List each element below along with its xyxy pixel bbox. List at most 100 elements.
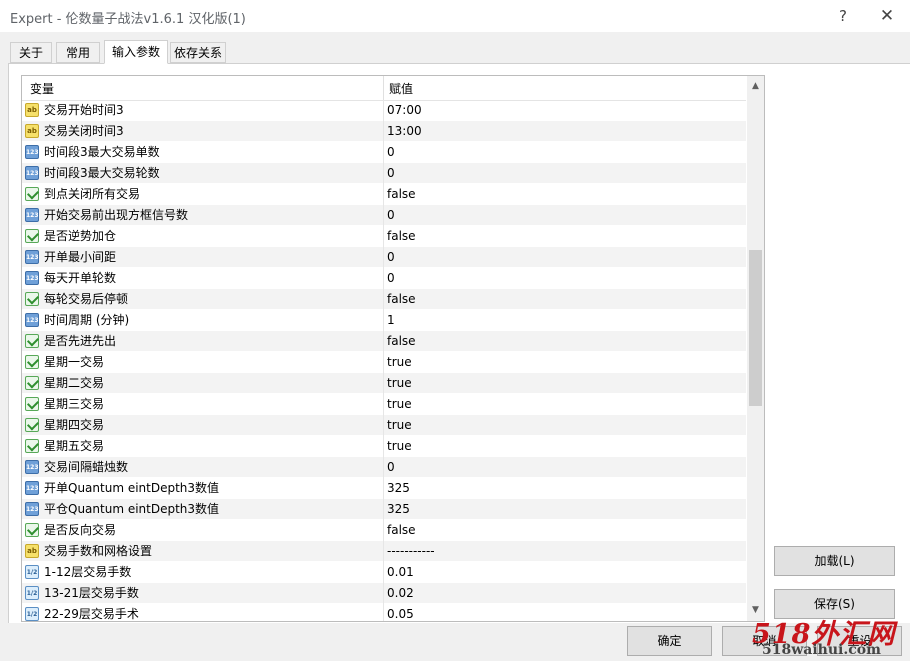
parameter-value[interactable]: -----------	[387, 541, 737, 562]
table-row[interactable]: 每轮交易后停顿 false	[22, 289, 746, 310]
watermark-url: 518waihui.com	[762, 642, 881, 658]
parameter-value[interactable]: 325	[387, 499, 737, 520]
tab-common[interactable]: 常用	[56, 42, 100, 63]
parameter-value[interactable]: false	[387, 331, 737, 352]
parameter-name: 开单Quantum eintDepth3数值	[44, 481, 220, 495]
integer-type-icon: 123	[25, 481, 39, 495]
parameter-value[interactable]: 13:00	[387, 121, 737, 142]
parameter-value[interactable]: false	[387, 520, 737, 541]
boolean-type-icon	[25, 376, 39, 390]
title-bar: Expert - 伦数量子战法v1.6.1 汉化版(1) ? ✕	[0, 0, 910, 32]
input-parameters-table[interactable]: 变量 赋值 ab 交易开始时间3 07:00 ab 交易关闭时间3 13:00 123 时间段…	[21, 75, 765, 622]
parameter-name: 星期五交易	[44, 439, 105, 453]
cell-divider	[383, 415, 384, 436]
parameter-value[interactable]: true	[387, 373, 737, 394]
cell-divider	[383, 331, 384, 352]
table-row[interactable]: 123 开单最小间距 0	[22, 247, 746, 268]
tab-dependencies[interactable]: 依存关系	[170, 42, 226, 63]
cell-divider	[383, 583, 384, 604]
cell-divider	[383, 562, 384, 583]
window-title: Expert - 伦数量子战法v1.6.1 汉化版(1)	[10, 12, 246, 27]
scroll-up-icon[interactable]: ▲	[747, 78, 764, 95]
help-icon[interactable]: ?	[830, 3, 856, 29]
table-row[interactable]: 123 平仓Quantum eintDepth3数值 325	[22, 499, 746, 520]
parameter-value[interactable]: 325	[387, 478, 737, 499]
table-row[interactable]: 是否逆势加仓 false	[22, 226, 746, 247]
table-row[interactable]: 123 时间段3最大交易单数 0	[22, 142, 746, 163]
boolean-type-icon	[25, 397, 39, 411]
parameter-value[interactable]: true	[387, 436, 737, 457]
parameter-value[interactable]: 0	[387, 163, 737, 184]
parameter-value[interactable]: 0	[387, 457, 737, 478]
parameter-name: 开始交易前出现方框信号数	[44, 208, 189, 222]
integer-type-icon: 123	[25, 208, 39, 222]
parameter-name: 是否先进先出	[44, 334, 117, 348]
parameter-value[interactable]: 0	[387, 205, 737, 226]
parameter-value[interactable]: 0	[387, 142, 737, 163]
cell-divider	[383, 499, 384, 520]
cell-divider	[383, 604, 384, 621]
table-row[interactable]: 星期三交易 true	[22, 394, 746, 415]
cell-divider	[383, 457, 384, 478]
table-row[interactable]: 1/2 22-29层交易手术 0.05	[22, 604, 746, 621]
table-row[interactable]: 1/2 13-21层交易手数 0.02	[22, 583, 746, 604]
parameter-value[interactable]: 0.02	[387, 583, 737, 604]
column-header-variable[interactable]: 变量	[30, 80, 54, 97]
parameter-value[interactable]: 0.01	[387, 562, 737, 583]
parameter-value[interactable]: false	[387, 289, 737, 310]
parameter-name: 1-12层交易手数	[44, 565, 132, 579]
tab-about[interactable]: 关于	[10, 42, 52, 63]
column-divider[interactable]	[383, 76, 384, 100]
ok-button[interactable]: 确定	[627, 626, 712, 656]
table-row[interactable]: 是否先进先出 false	[22, 331, 746, 352]
parameter-name: 时间段3最大交易轮数	[44, 166, 160, 180]
table-row[interactable]: 123 交易间隔蜡烛数 0	[22, 457, 746, 478]
table-row[interactable]: ab 交易开始时间3 07:00	[22, 100, 746, 121]
table-row[interactable]: 123 每天开单轮数 0	[22, 268, 746, 289]
tab-inputs[interactable]: 输入参数	[104, 40, 168, 64]
double-type-icon: 1/2	[25, 586, 39, 600]
cell-divider	[383, 268, 384, 289]
parameter-name: 开单最小间距	[44, 250, 117, 264]
table-row[interactable]: 123 时间段3最大交易轮数 0	[22, 163, 746, 184]
table-row[interactable]: 1/2 1-12层交易手数 0.01	[22, 562, 746, 583]
table-row[interactable]: 星期五交易 true	[22, 436, 746, 457]
parameter-value[interactable]: 1	[387, 310, 737, 331]
parameter-name: 交易间隔蜡烛数	[44, 460, 129, 474]
table-row[interactable]: 123 开始交易前出现方框信号数 0	[22, 205, 746, 226]
table-row[interactable]: 123 时间周期 (分钟) 1	[22, 310, 746, 331]
parameter-value[interactable]: 0	[387, 247, 737, 268]
parameter-value[interactable]: false	[387, 226, 737, 247]
table-row[interactable]: 到点关闭所有交易 false	[22, 184, 746, 205]
parameter-name: 交易手数和网格设置	[44, 544, 153, 558]
vertical-scrollbar[interactable]: ▲ ▼	[747, 76, 764, 621]
table-row[interactable]: 123 开单Quantum eintDepth3数值 325	[22, 478, 746, 499]
table-row[interactable]: 是否反向交易 false	[22, 520, 746, 541]
parameter-value[interactable]: false	[387, 184, 737, 205]
scroll-thumb[interactable]	[749, 250, 762, 406]
parameter-value[interactable]: 0.05	[387, 604, 737, 621]
parameter-value[interactable]: true	[387, 352, 737, 373]
parameter-value[interactable]: 07:00	[387, 100, 737, 121]
parameter-name: 星期一交易	[44, 355, 105, 369]
cell-divider	[383, 205, 384, 226]
table-row[interactable]: ab 交易手数和网格设置 -----------	[22, 541, 746, 562]
table-row[interactable]: ab 交易关闭时间3 13:00	[22, 121, 746, 142]
cell-divider	[383, 352, 384, 373]
parameter-name: 交易开始时间3	[44, 103, 124, 117]
table-row[interactable]: 星期四交易 true	[22, 415, 746, 436]
table-row[interactable]: 星期一交易 true	[22, 352, 746, 373]
parameter-value[interactable]: 0	[387, 268, 737, 289]
boolean-type-icon	[25, 334, 39, 348]
parameter-name: 星期四交易	[44, 418, 105, 432]
parameter-name: 13-21层交易手数	[44, 586, 139, 600]
close-icon[interactable]: ✕	[874, 3, 900, 29]
boolean-type-icon	[25, 355, 39, 369]
cell-divider	[383, 226, 384, 247]
parameter-value[interactable]: true	[387, 415, 737, 436]
column-header-value[interactable]: 赋值	[389, 80, 413, 97]
cell-divider	[383, 247, 384, 268]
table-row[interactable]: 星期二交易 true	[22, 373, 746, 394]
parameter-value[interactable]: true	[387, 394, 737, 415]
load-button[interactable]: 加载(L)	[774, 546, 895, 576]
